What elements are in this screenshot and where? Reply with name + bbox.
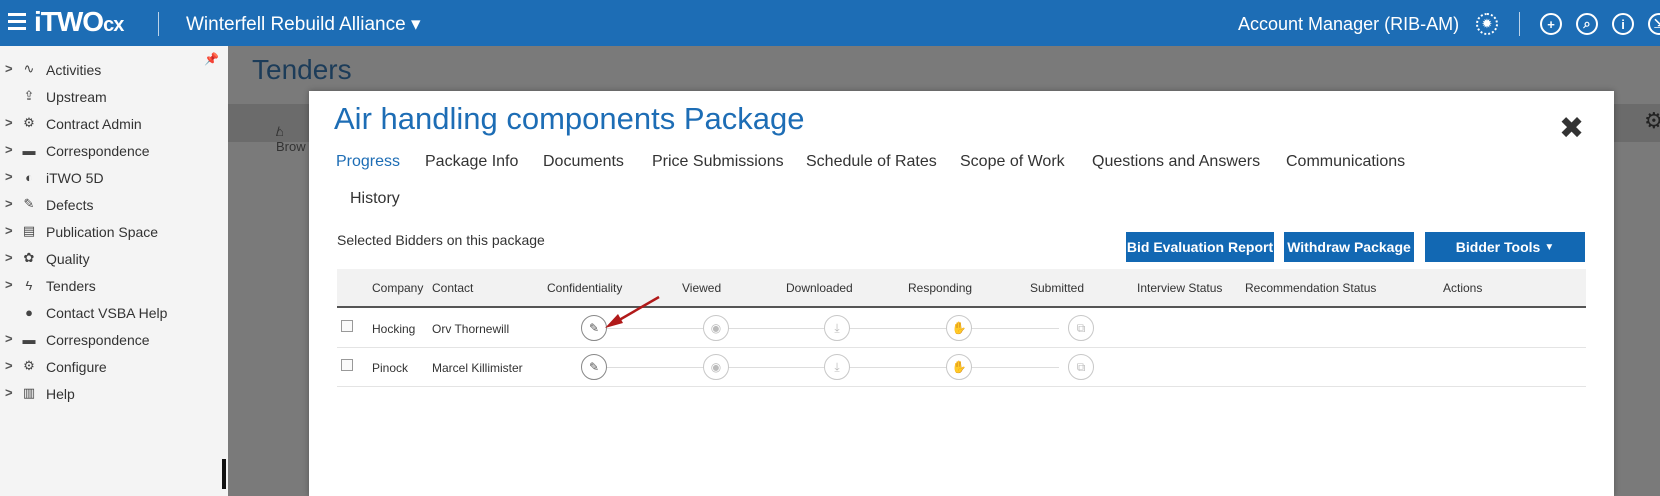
activity-icon: ∿ [23, 61, 35, 76]
publication-icon: ▤ [22, 223, 36, 238]
mail-icon: ▬ [22, 331, 36, 347]
chevron-right-icon[interactable]: > [5, 142, 13, 157]
sidebar-item-contract-admin[interactable]: > ⚙ Contract Admin [0, 112, 228, 136]
text-cursor [222, 459, 226, 489]
page-title: Tenders [252, 54, 352, 85]
add-icon[interactable]: + [1540, 13, 1562, 35]
chevron-right-icon[interactable]: > [5, 358, 13, 373]
sidebar-item-configure[interactable]: > ⚙ Configure [0, 355, 228, 379]
help-chat-icon: ● [25, 304, 33, 320]
sidebar-item-help[interactable]: > ▥ Help [0, 382, 228, 406]
sidebar-item-quality[interactable]: > ✿ Quality [0, 247, 228, 271]
book-icon: ▥ [22, 385, 36, 400]
contract-icon: ⚙ [23, 115, 35, 130]
divider [158, 12, 159, 36]
chevron-right-icon[interactable]: > [5, 277, 13, 292]
divider [1519, 12, 1520, 36]
account-name[interactable]: Account Manager (RIB-AM) [1238, 14, 1459, 35]
project-selector[interactable]: Winterfell Rebuild Alliance ▾ [186, 13, 420, 36]
sidebar-item-publication-space[interactable]: > ▤ Publication Space [0, 220, 228, 244]
sidebar-item-tenders[interactable]: > ϟ Tenders [0, 274, 228, 298]
chevron-right-icon[interactable]: > [5, 196, 13, 211]
sidebar-item-itwo-5d[interactable]: > ◐ iTWO 5D [0, 166, 228, 190]
sidebar-item-defects[interactable]: > ✎ Defects [0, 193, 228, 217]
mail-icon: ▬ [22, 142, 36, 158]
info-icon[interactable]: i [1612, 13, 1634, 35]
gear-icon[interactable]: ✹ [1476, 13, 1498, 35]
package-modal: Air handling components Package ✖ Progre… [309, 91, 1614, 496]
upload-doc-icon: ⇪ [23, 88, 35, 103]
gear-icon[interactable]: ⚙ [1644, 108, 1660, 134]
chevron-right-icon[interactable]: > [5, 331, 13, 346]
sidebar-item-upstream[interactable]: ⇪ Upstream [0, 85, 228, 109]
sidebar-item-contact-vsba-help[interactable]: ● Contact VSBA Help [0, 301, 228, 325]
quality-icon: ✿ [23, 250, 35, 265]
top-bar: iTWOcx Winterfell Rebuild Alliance ▾ Acc… [0, 0, 1660, 46]
annotation-arrow-icon [605, 295, 660, 328]
defects-icon: ✎ [23, 196, 35, 211]
sidebar-item-correspondence-2[interactable]: > ▬ Correspondence [0, 328, 228, 352]
chevron-right-icon[interactable]: > [5, 385, 13, 400]
chevron-right-icon[interactable]: > [5, 250, 13, 265]
sidebar-item-correspondence[interactable]: > ▬ Correspondence [0, 139, 228, 163]
app-logo[interactable]: iTWOcx [34, 6, 124, 38]
chevron-right-icon[interactable]: > [5, 223, 13, 238]
search-icon[interactable]: ⌕ [1576, 13, 1598, 35]
sidebar-item-activities[interactable]: > ∿ Activities [0, 58, 228, 82]
configure-icon: ⚙ [23, 358, 35, 373]
export-icon[interactable]: ⇲ [1648, 13, 1660, 35]
chevron-right-icon[interactable]: > [5, 115, 13, 130]
chevron-right-icon[interactable]: > [5, 169, 13, 184]
tenders-icon: ϟ [25, 277, 33, 293]
5d-icon: ◐ [25, 169, 33, 185]
sidebar: 📌 > ∿ Activities ⇪ Upstream > ⚙ Contract Admi… [0, 46, 228, 496]
hamburger-menu-icon[interactable] [8, 13, 26, 31]
chevron-right-icon[interactable]: > [5, 61, 13, 76]
